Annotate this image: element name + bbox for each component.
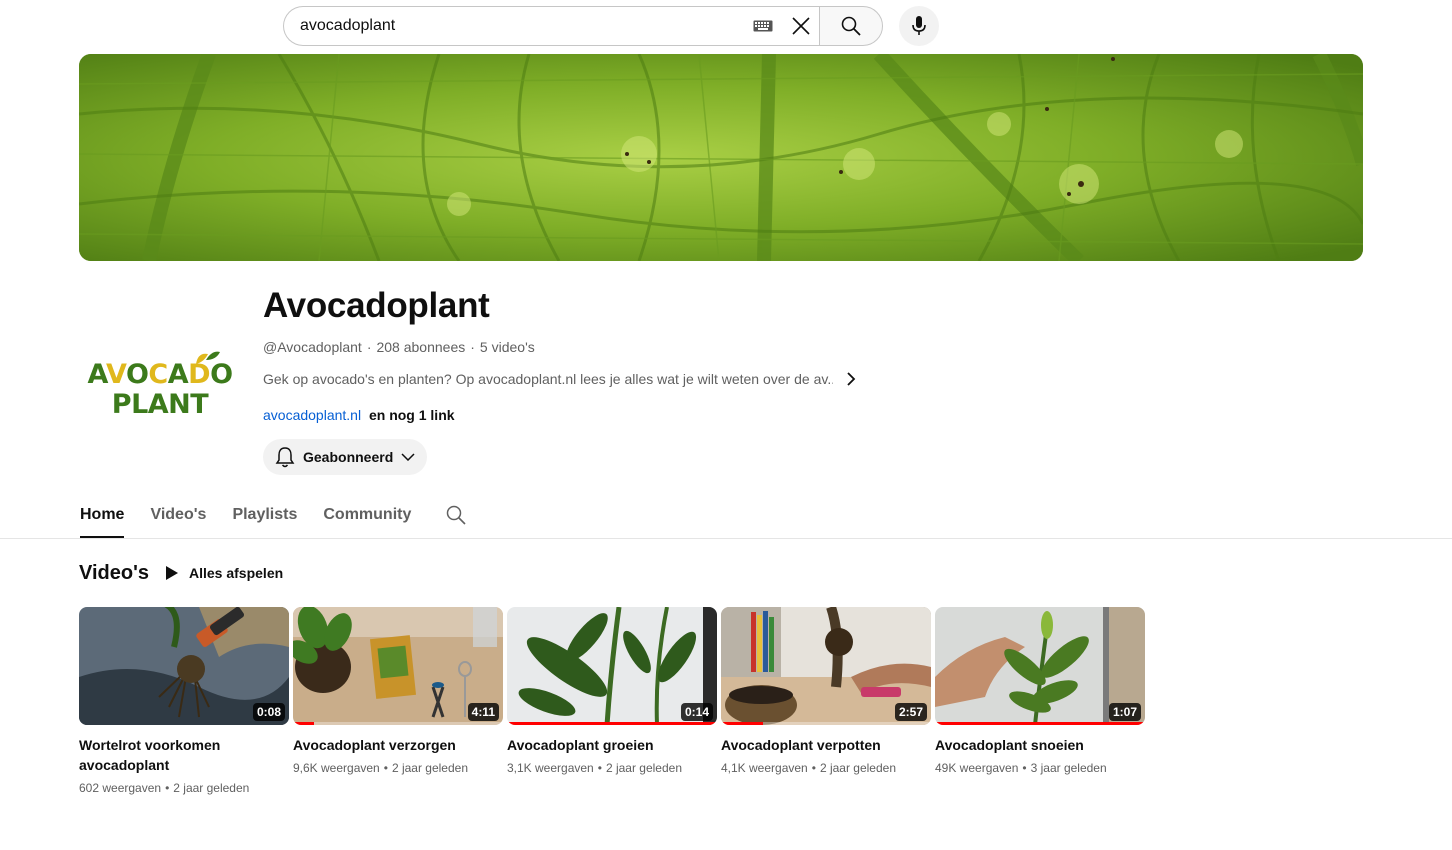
watch-progress-bar: [293, 722, 314, 725]
more-links-button[interactable]: en nog 1 link: [369, 407, 455, 423]
video-card[interactable]: 2:57 Avocadoplant verpotten 4,1K weergav…: [721, 607, 931, 795]
chevron-down-icon: [401, 453, 415, 461]
video-views: 49K weergaven: [935, 761, 1019, 775]
video-meta: 49K weergaven • 3 jaar geleden: [935, 761, 1107, 775]
video-age: 2 jaar geleden: [173, 781, 250, 795]
meta-separator: ·: [470, 339, 475, 355]
video-thumbnail[interactable]: 0:08: [79, 607, 289, 725]
video-card[interactable]: 1:07 Avocadoplant snoeien 49K weergaven •…: [935, 607, 1145, 795]
video-duration: 2:57: [894, 703, 927, 721]
search-input[interactable]: avocadoplant: [283, 6, 819, 46]
watch-progress-bar: [721, 722, 763, 725]
video-count: 5 video's: [479, 339, 535, 355]
logo-text-line2: PLANT: [111, 389, 209, 420]
bell-icon: [275, 447, 295, 468]
video-thumbnail[interactable]: 0:14: [507, 607, 717, 725]
microphone-icon: [912, 16, 926, 35]
video-thumbnail[interactable]: 1:07: [935, 607, 1145, 725]
meta-separator: ·: [366, 339, 372, 355]
video-title[interactable]: Avocadoplant verpotten: [721, 735, 931, 755]
video-views: 3,1K weergaven: [507, 761, 594, 775]
clear-search-icon[interactable]: [783, 7, 819, 45]
video-meta: 3,1K weergaven • 2 jaar geleden: [507, 761, 682, 775]
channel-meta: @Avocadoplant · 208 abonnees · 5 video's: [263, 339, 535, 355]
voice-search-button[interactable]: [899, 6, 939, 46]
video-age: 2 jaar geleden: [819, 761, 896, 775]
play-all-label: Alles afspelen: [189, 565, 284, 581]
search-icon: [841, 16, 861, 36]
video-duration: 0:14: [680, 703, 713, 721]
tabs-divider: [0, 538, 1452, 539]
video-duration: 0:08: [252, 703, 285, 721]
channel-website-link[interactable]: avocadoplant.nl: [263, 407, 361, 423]
video-age: 2 jaar geleden: [391, 761, 468, 775]
video-title[interactable]: Avocadoplant groeien: [507, 735, 717, 755]
description-text[interactable]: Gek op avocado's en planten? Op avocadop…: [263, 371, 833, 387]
video-card[interactable]: 4:11 Avocadoplant verzorgen 9,6K weergav…: [293, 607, 503, 795]
video-duration: 1:07: [1108, 703, 1141, 721]
search-bar: avocadoplant: [283, 6, 883, 46]
tab-community[interactable]: Community: [323, 500, 411, 538]
channel-links: avocadoplant.nl en nog 1 link: [263, 407, 455, 423]
video-title[interactable]: Avocadoplant snoeien: [935, 735, 1145, 755]
search-button[interactable]: [819, 6, 883, 46]
channel-avatar[interactable]: AVOCADO PLANT: [80, 310, 240, 470]
video-card[interactable]: 0:08 Wortelrot voorkomen avocadoplant 60…: [79, 607, 289, 795]
video-title[interactable]: Avocadoplant verzorgen: [293, 735, 503, 755]
subscribed-label: Geabonneerd: [303, 449, 394, 465]
tab-videos[interactable]: Video's: [150, 500, 206, 538]
subscriber-count: 208 abonnees: [376, 339, 466, 355]
play-all-button[interactable]: Alles afspelen: [165, 562, 283, 584]
video-thumbnail[interactable]: 4:11: [293, 607, 503, 725]
video-thumbnail[interactable]: 2:57: [721, 607, 931, 725]
watch-progress-bar: [507, 722, 717, 725]
video-age: 3 jaar geleden: [1030, 761, 1107, 775]
video-views: 602 weergaven: [79, 781, 162, 795]
channel-description[interactable]: Gek op avocado's en planten? Op avocadop…: [263, 371, 859, 387]
video-meta: 9,6K weergaven • 2 jaar geleden: [293, 761, 468, 775]
video-age: 2 jaar geleden: [605, 761, 682, 775]
video-meta: 4,1K weergaven • 2 jaar geleden: [721, 761, 896, 775]
channel-banner: [79, 54, 1363, 261]
channel-search-icon[interactable]: [445, 504, 469, 528]
channel-tabs: Home Video's Playlists Community: [80, 500, 469, 538]
tab-home[interactable]: Home: [80, 500, 125, 538]
video-card[interactable]: 0:14 Avocadoplant groeien 3,1K weergaven…: [507, 607, 717, 795]
keyboard-icon[interactable]: [753, 20, 773, 32]
video-duration: 4:11: [467, 703, 499, 721]
video-title[interactable]: Wortelrot voorkomen avocadoplant: [79, 735, 289, 775]
video-shelf: 0:08 Wortelrot voorkomen avocadoplant 60…: [79, 607, 1145, 795]
chevron-right-icon[interactable]: [843, 371, 859, 387]
tab-playlists[interactable]: Playlists: [232, 500, 297, 538]
video-views: 9,6K weergaven: [293, 761, 380, 775]
watch-progress-track: [293, 722, 503, 725]
subscribed-button[interactable]: Geabonneerd: [263, 439, 427, 475]
sprout-icon: [196, 351, 220, 364]
channel-handle: @Avocadoplant: [263, 339, 362, 355]
section-title: Video's: [79, 562, 149, 584]
watch-progress-bar: [935, 722, 1145, 725]
video-views: 4,1K weergaven: [721, 761, 808, 775]
search-query[interactable]: avocadoplant: [300, 17, 753, 35]
video-meta: 602 weergaven • 2 jaar geleden: [79, 781, 250, 795]
play-icon: [166, 566, 178, 580]
channel-title: Avocadoplant: [263, 286, 490, 325]
